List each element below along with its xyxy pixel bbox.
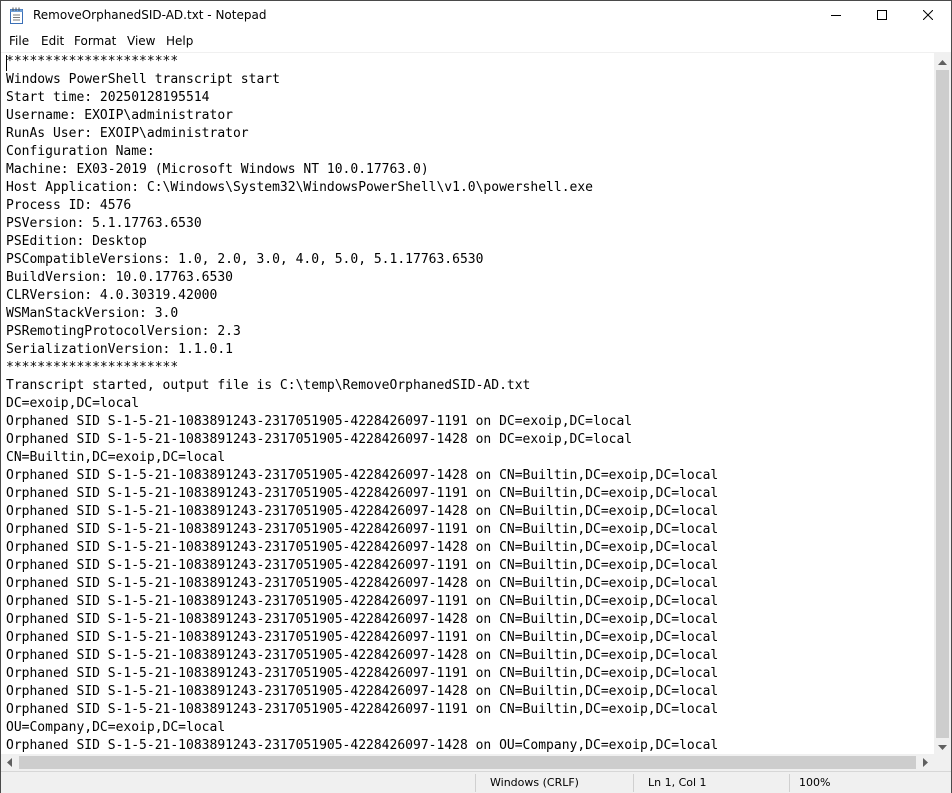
editor-text[interactable]: ********************** Windows PowerShell… — [6, 53, 718, 754]
text-line[interactable]: PSRemotingProtocolVersion: 2.3 — [6, 323, 718, 341]
close-icon — [922, 9, 934, 23]
text-line[interactable]: Orphaned SID S-1-5-21-1083891243-2317051… — [6, 611, 718, 629]
title-bar[interactable]: RemoveOrphanedSID-AD.txt - Notepad — [1, 1, 951, 31]
status-bar: Windows (CRLF) Ln 1, Col 1 100% — [1, 771, 951, 793]
vertical-scroll-thumb[interactable] — [936, 70, 949, 738]
status-separator — [475, 774, 476, 792]
menu-bar: File Edit Format View Help — [1, 31, 951, 51]
status-separator — [789, 774, 790, 792]
text-line[interactable]: RunAs User: EXOIP\administrator — [6, 125, 718, 143]
minimize-icon — [831, 9, 841, 23]
text-line[interactable]: WSManStackVersion: 3.0 — [6, 305, 718, 323]
scroll-down-button[interactable] — [934, 737, 951, 754]
minimize-button[interactable] — [813, 1, 859, 31]
close-button[interactable] — [905, 1, 951, 31]
text-line[interactable]: ********************** — [6, 53, 718, 71]
text-line[interactable]: Orphaned SID S-1-5-21-1083891243-2317051… — [6, 647, 718, 665]
text-line[interactable]: OU=Company,DC=exoip,DC=local — [6, 719, 718, 737]
text-line[interactable]: Orphaned SID S-1-5-21-1083891243-2317051… — [6, 737, 718, 754]
text-line[interactable]: Orphaned SID S-1-5-21-1083891243-2317051… — [6, 485, 718, 503]
text-editor[interactable]: ********************** Windows PowerShell… — [1, 52, 934, 754]
notepad-icon[interactable] — [9, 7, 25, 25]
maximize-icon — [877, 9, 887, 23]
horizontal-scroll-thumb[interactable] — [19, 756, 916, 769]
text-line[interactable]: BuildVersion: 10.0.17763.6530 — [6, 269, 718, 287]
scroll-left-button[interactable] — [1, 754, 18, 771]
scroll-left-icon — [7, 756, 12, 770]
menu-view[interactable]: View — [127, 34, 155, 48]
menu-help[interactable]: Help — [166, 34, 193, 48]
menu-edit[interactable]: Edit — [41, 34, 64, 48]
status-zoom: 100% — [799, 776, 831, 789]
text-line[interactable]: Orphaned SID S-1-5-21-1083891243-2317051… — [6, 701, 718, 719]
text-line[interactable]: Configuration Name: — [6, 143, 718, 161]
text-line[interactable]: CN=Builtin,DC=exoip,DC=local — [6, 449, 718, 467]
scroll-up-button[interactable] — [934, 52, 951, 69]
menu-file[interactable]: File — [9, 34, 29, 48]
text-line[interactable]: Username: EXOIP\administrator — [6, 107, 718, 125]
text-line[interactable]: Orphaned SID S-1-5-21-1083891243-2317051… — [6, 503, 718, 521]
text-line[interactable]: Process ID: 4576 — [6, 197, 718, 215]
text-line[interactable]: Orphaned SID S-1-5-21-1083891243-2317051… — [6, 467, 718, 485]
status-cursor-position: Ln 1, Col 1 — [648, 776, 707, 789]
text-line[interactable]: SerializationVersion: 1.1.0.1 — [6, 341, 718, 359]
text-line[interactable]: Orphaned SID S-1-5-21-1083891243-2317051… — [6, 629, 718, 647]
text-caret — [6, 55, 7, 71]
horizontal-scrollbar[interactable] — [1, 754, 934, 771]
text-line[interactable]: Windows PowerShell transcript start — [6, 71, 718, 89]
vertical-scrollbar[interactable] — [934, 52, 951, 754]
text-line[interactable]: Transcript started, output file is C:\te… — [6, 377, 718, 395]
text-line[interactable]: Orphaned SID S-1-5-21-1083891243-2317051… — [6, 683, 718, 701]
status-encoding: Windows (CRLF) — [490, 776, 579, 789]
text-line[interactable]: Orphaned SID S-1-5-21-1083891243-2317051… — [6, 575, 718, 593]
maximize-button[interactable] — [859, 1, 905, 31]
window-title: RemoveOrphanedSID-AD.txt - Notepad — [33, 8, 267, 22]
text-line[interactable]: Orphaned SID S-1-5-21-1083891243-2317051… — [6, 413, 718, 431]
text-line[interactable]: ********************** — [6, 359, 718, 377]
text-line[interactable]: DC=exoip,DC=local — [6, 395, 718, 413]
text-line[interactable]: Start time: 20250128195514 — [6, 89, 718, 107]
scroll-up-icon — [938, 54, 947, 68]
text-line[interactable]: Orphaned SID S-1-5-21-1083891243-2317051… — [6, 593, 718, 611]
text-line[interactable]: Host Application: C:\Windows\System32\Wi… — [6, 179, 718, 197]
text-line[interactable]: PSVersion: 5.1.17763.6530 — [6, 215, 718, 233]
text-line[interactable]: Orphaned SID S-1-5-21-1083891243-2317051… — [6, 665, 718, 683]
status-separator — [633, 774, 634, 792]
scroll-down-icon — [938, 739, 947, 753]
text-line[interactable]: Orphaned SID S-1-5-21-1083891243-2317051… — [6, 539, 718, 557]
scroll-right-icon — [923, 756, 928, 770]
scroll-right-button[interactable] — [917, 754, 934, 771]
menu-format[interactable]: Format — [74, 34, 116, 48]
text-line[interactable]: CLRVersion: 4.0.30319.42000 — [6, 287, 718, 305]
text-line[interactable]: Orphaned SID S-1-5-21-1083891243-2317051… — [6, 521, 718, 539]
text-line[interactable]: Machine: EX03-2019 (Microsoft Windows NT… — [6, 161, 718, 179]
text-line[interactable]: Orphaned SID S-1-5-21-1083891243-2317051… — [6, 431, 718, 449]
text-line[interactable]: PSEdition: Desktop — [6, 233, 718, 251]
text-line[interactable]: Orphaned SID S-1-5-21-1083891243-2317051… — [6, 557, 718, 575]
scrollbar-corner — [934, 754, 951, 771]
text-line[interactable]: PSCompatibleVersions: 1.0, 2.0, 3.0, 4.0… — [6, 251, 718, 269]
notepad-window: RemoveOrphanedSID-AD.txt - Notepad File … — [0, 0, 952, 793]
